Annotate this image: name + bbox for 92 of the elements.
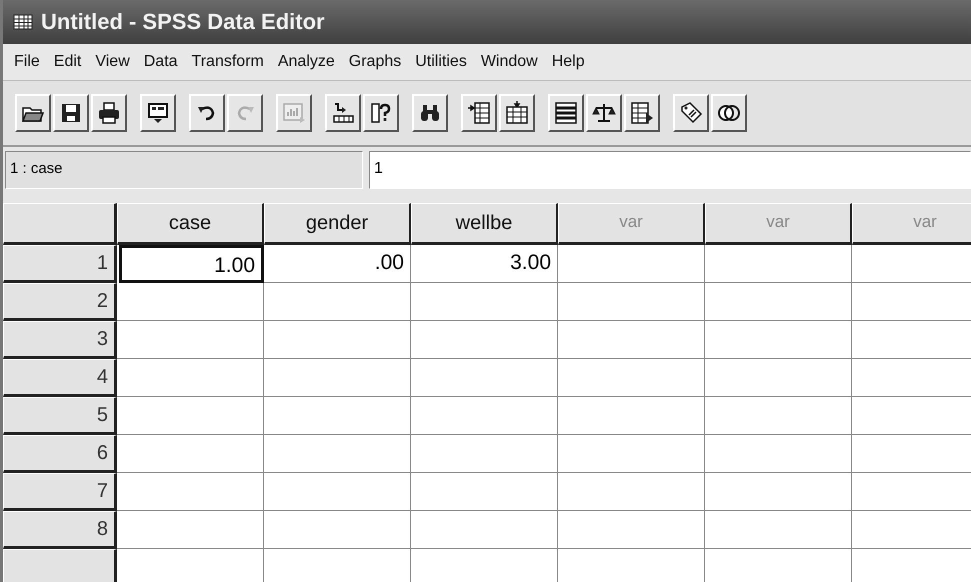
table-cell[interactable] <box>264 283 411 321</box>
insert-column-icon <box>505 101 529 125</box>
table-cell[interactable] <box>558 359 705 397</box>
table-cell[interactable] <box>117 359 264 397</box>
table-cell[interactable] <box>411 473 558 511</box>
row-header[interactable]: 3 <box>3 321 117 359</box>
table-cell[interactable] <box>705 321 852 359</box>
table-cell[interactable] <box>558 511 705 549</box>
row-header[interactable]: 7 <box>3 473 117 511</box>
toolbar-button[interactable] <box>363 94 399 132</box>
table-cell[interactable] <box>705 245 852 283</box>
toolbar-button[interactable] <box>673 94 709 132</box>
menu-item[interactable]: View <box>88 53 137 71</box>
table-cell[interactable] <box>117 397 264 435</box>
table-cell[interactable]: .00 <box>264 245 411 283</box>
table-cell[interactable] <box>705 511 852 549</box>
table-cell[interactable] <box>558 283 705 321</box>
table-cell[interactable]: 3.00 <box>411 245 558 283</box>
table-cell[interactable] <box>264 397 411 435</box>
window-title: Untitled - SPSS Data Editor <box>41 9 325 35</box>
monitor-icon <box>146 101 170 125</box>
split-grid-icon <box>554 101 578 125</box>
cell-reference: 1 : case <box>5 151 363 189</box>
goto-case-icon <box>331 101 355 125</box>
scales-icon <box>592 101 616 125</box>
menu-item[interactable]: File <box>7 53 47 71</box>
chart-icon <box>282 101 306 125</box>
table-cell[interactable] <box>411 511 558 549</box>
table-cell[interactable] <box>117 473 264 511</box>
toolbar-button[interactable] <box>499 94 535 132</box>
table-cell[interactable] <box>117 511 264 549</box>
table-cell[interactable] <box>117 435 264 473</box>
toolbar-button[interactable] <box>325 94 361 132</box>
table-cell[interactable] <box>705 283 852 321</box>
menu-item[interactable]: Edit <box>46 53 88 71</box>
table-cell[interactable] <box>411 435 558 473</box>
table-cell[interactable] <box>411 359 558 397</box>
table-cell[interactable] <box>705 359 852 397</box>
table-cell[interactable] <box>264 511 411 549</box>
tag-icon <box>679 101 703 125</box>
table-cell[interactable] <box>117 283 264 321</box>
variable-help-icon <box>369 101 393 125</box>
row-header[interactable]: 1 <box>3 245 117 283</box>
menu-item[interactable]: Data <box>136 53 185 71</box>
menu-item[interactable]: Window <box>474 53 545 71</box>
column-header[interactable]: case <box>117 203 264 245</box>
toolbar-button[interactable] <box>461 94 497 132</box>
row-header[interactable]: 2 <box>3 283 117 321</box>
row-header[interactable]: 4 <box>3 359 117 397</box>
menu-item[interactable]: Transform <box>184 53 271 71</box>
toolbar-button[interactable] <box>586 94 622 132</box>
table-cell[interactable] <box>705 473 852 511</box>
table-cell[interactable] <box>411 397 558 435</box>
menu-item[interactable]: Graphs <box>342 53 408 71</box>
table-cell[interactable] <box>411 321 558 359</box>
table-cell[interactable] <box>705 435 852 473</box>
menu-item[interactable]: Help <box>544 53 592 71</box>
row-header[interactable] <box>3 549 117 582</box>
table-cell[interactable] <box>411 283 558 321</box>
toolbar-button[interactable] <box>548 94 584 132</box>
toolbar-button[interactable] <box>91 94 127 132</box>
table-cell[interactable] <box>705 397 852 435</box>
menu-item[interactable]: Analyze <box>270 53 342 71</box>
row-header[interactable]: 5 <box>3 397 117 435</box>
toolbar-button[interactable] <box>412 94 448 132</box>
table-cell[interactable] <box>264 321 411 359</box>
grid-icon <box>13 14 33 30</box>
table-cell[interactable] <box>558 473 705 511</box>
cell-value-field[interactable]: 1 <box>369 151 971 189</box>
toolbar-button[interactable] <box>140 94 176 132</box>
insert-row-icon <box>467 101 491 125</box>
row-header[interactable]: 6 <box>3 435 117 473</box>
table-cell[interactable] <box>264 435 411 473</box>
toolbar-button[interactable] <box>624 94 660 132</box>
table-cell[interactable] <box>264 359 411 397</box>
toolbar-button[interactable] <box>711 94 747 132</box>
column-header[interactable]: gender <box>264 203 411 245</box>
table-cell[interactable]: 1.00 <box>119 245 264 283</box>
table-cell[interactable] <box>264 473 411 511</box>
grid-pointer-icon <box>630 101 654 125</box>
toolbar-button[interactable] <box>53 94 89 132</box>
toolbar-button[interactable] <box>189 94 225 132</box>
toolbar-button[interactable] <box>15 94 51 132</box>
row-header[interactable]: 8 <box>3 511 117 549</box>
table-cell[interactable] <box>558 245 705 283</box>
table-cell[interactable] <box>558 397 705 435</box>
table-cell[interactable] <box>117 321 264 359</box>
table-cell[interactable] <box>558 435 705 473</box>
column-header[interactable]: wellbe <box>411 203 558 245</box>
printer-icon <box>97 101 121 125</box>
table-cell[interactable] <box>558 321 705 359</box>
menu-item[interactable]: Utilities <box>408 53 474 71</box>
